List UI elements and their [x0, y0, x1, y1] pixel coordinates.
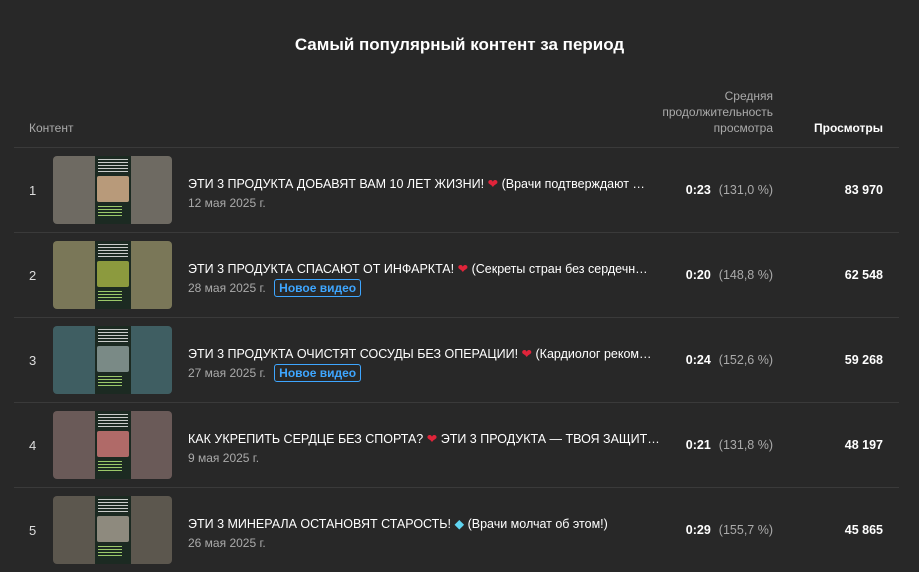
column-header-views[interactable]: Просмотры	[790, 121, 883, 135]
avg-duration-cell: 0:23 (131,0 %)	[654, 183, 773, 197]
views-count: 59 268	[844, 353, 883, 367]
avg-duration-value: 0:20	[685, 268, 711, 282]
row-rank: 2	[29, 268, 37, 283]
publish-date: 26 мая 2025 г.	[188, 535, 266, 550]
heart-icon: ❤	[487, 177, 499, 191]
video-thumbnail[interactable]	[53, 241, 172, 309]
column-header-content: Контент	[29, 121, 74, 135]
views-count: 83 970	[844, 183, 883, 197]
heart-icon: ❤	[426, 432, 438, 446]
video-title-main: ЭТИ 3 ПРОДУКТА ДОБАВЯТ ВАМ 10 ЛЕТ ЖИЗНИ!	[188, 177, 485, 191]
row-rank: 4	[29, 438, 37, 453]
publish-date: 28 мая 2025 г.	[188, 281, 266, 295]
gem-icon: ◆	[454, 517, 465, 531]
publish-date: 9 мая 2025 г.	[188, 450, 260, 465]
avg-duration-percent: (131,8 %)	[718, 438, 773, 452]
publish-date: 27 мая 2025 г.	[188, 366, 266, 380]
thumbnail-poster	[95, 156, 131, 224]
video-title-main: ЭТИ 3 ПРОДУКТА СПАСАЮТ ОТ ИНФАРКТА!	[188, 262, 455, 276]
content-table: 1 ЭТИ 3 ПРОДУКТА ДОБАВЯТ ВАМ 10 ЛЕТ ЖИЗН…	[14, 147, 899, 572]
new-video-badge: Новое видео	[274, 364, 362, 382]
publish-date: 12 мая 2025 г.	[188, 195, 266, 210]
new-video-badge: Новое видео	[274, 279, 362, 297]
video-title-main: ЭТИ 3 ПРОДУКТА ОЧИСТЯТ СОСУДЫ БЕЗ ОПЕРАЦ…	[188, 347, 519, 361]
video-title-rest: (Кардиолог реком…	[535, 347, 652, 361]
avg-duration-value: 0:29	[685, 523, 711, 537]
heart-icon: ❤	[521, 347, 533, 361]
video-title-link[interactable]: ЭТИ 3 ПРОДУКТА ДОБАВЯТ ВАМ 10 ЛЕТ ЖИЗНИ!…	[188, 176, 668, 191]
thumbnail-poster	[95, 326, 131, 394]
video-thumbnail[interactable]	[53, 496, 172, 564]
video-title-link[interactable]: КАК УКРЕПИТЬ СЕРДЦЕ БЕЗ СПОРТА? ❤ ЭТИ 3 …	[188, 431, 668, 446]
table-row[interactable]: 1 ЭТИ 3 ПРОДУКТА ДОБАВЯТ ВАМ 10 ЛЕТ ЖИЗН…	[14, 147, 899, 232]
avg-duration-percent: (148,8 %)	[718, 268, 773, 282]
video-title-main: КАК УКРЕПИТЬ СЕРДЦЕ БЕЗ СПОРТА?	[188, 432, 424, 446]
avg-duration-percent: (131,0 %)	[718, 183, 773, 197]
video-title-link[interactable]: ЭТИ 3 ПРОДУКТА СПАСАЮТ ОТ ИНФАРКТА! ❤ (С…	[188, 261, 668, 276]
heart-icon: ❤	[457, 262, 469, 276]
table-row[interactable]: 2 ЭТИ 3 ПРОДУКТА СПАСАЮТ ОТ ИНФАРКТА! ❤ …	[14, 232, 899, 317]
table-row[interactable]: 3 ЭТИ 3 ПРОДУКТА ОЧИСТЯТ СОСУДЫ БЕЗ ОПЕР…	[14, 317, 899, 402]
thumbnail-poster	[95, 411, 131, 479]
avg-duration-cell: 0:20 (148,8 %)	[654, 268, 773, 282]
avg-duration-cell: 0:21 (131,8 %)	[654, 438, 773, 452]
avg-duration-percent: (155,7 %)	[718, 523, 773, 537]
column-header-avg-duration[interactable]: Средняя продолжительность просмотра	[640, 88, 773, 136]
row-rank: 5	[29, 523, 37, 538]
avg-duration-cell: 0:29 (155,7 %)	[654, 523, 773, 537]
video-title-rest: (Врачи молчат об этом!)	[467, 517, 608, 531]
row-rank: 1	[29, 183, 37, 198]
avg-duration-value: 0:24	[685, 353, 711, 367]
video-title-rest: ЭТИ 3 ПРОДУКТА — ТВОЯ ЗАЩИТ…	[440, 432, 660, 446]
table-row[interactable]: 4 КАК УКРЕПИТЬ СЕРДЦЕ БЕЗ СПОРТА? ❤ ЭТИ …	[14, 402, 899, 487]
video-title-rest: (Врачи подтверждают …	[501, 177, 645, 191]
row-rank: 3	[29, 353, 37, 368]
video-title-link[interactable]: ЭТИ 3 ПРОДУКТА ОЧИСТЯТ СОСУДЫ БЕЗ ОПЕРАЦ…	[188, 346, 668, 361]
video-thumbnail[interactable]	[53, 326, 172, 394]
page-title: Самый популярный контент за период	[294, 35, 625, 54]
video-thumbnail[interactable]	[53, 411, 172, 479]
views-count: 62 548	[844, 268, 883, 282]
video-title-main: ЭТИ 3 МИНЕРАЛА ОСТАНОВЯТ СТАРОСТЬ!	[188, 517, 451, 531]
video-thumbnail[interactable]	[53, 156, 172, 224]
views-count: 45 865	[844, 523, 883, 537]
views-count: 48 197	[844, 438, 883, 452]
thumbnail-poster	[95, 496, 131, 564]
avg-duration-percent: (152,6 %)	[718, 353, 773, 367]
table-row[interactable]: 5 ЭТИ 3 МИНЕРАЛА ОСТАНОВЯТ СТАРОСТЬ! ◆ (…	[14, 487, 899, 572]
video-title-link[interactable]: ЭТИ 3 МИНЕРАЛА ОСТАНОВЯТ СТАРОСТЬ! ◆ (Вр…	[188, 516, 668, 531]
video-title-rest: (Секреты стран без сердечн…	[471, 262, 648, 276]
thumbnail-poster	[95, 241, 131, 309]
avg-duration-value: 0:23	[685, 183, 711, 197]
avg-duration-value: 0:21	[685, 438, 711, 452]
avg-duration-cell: 0:24 (152,6 %)	[654, 353, 773, 367]
